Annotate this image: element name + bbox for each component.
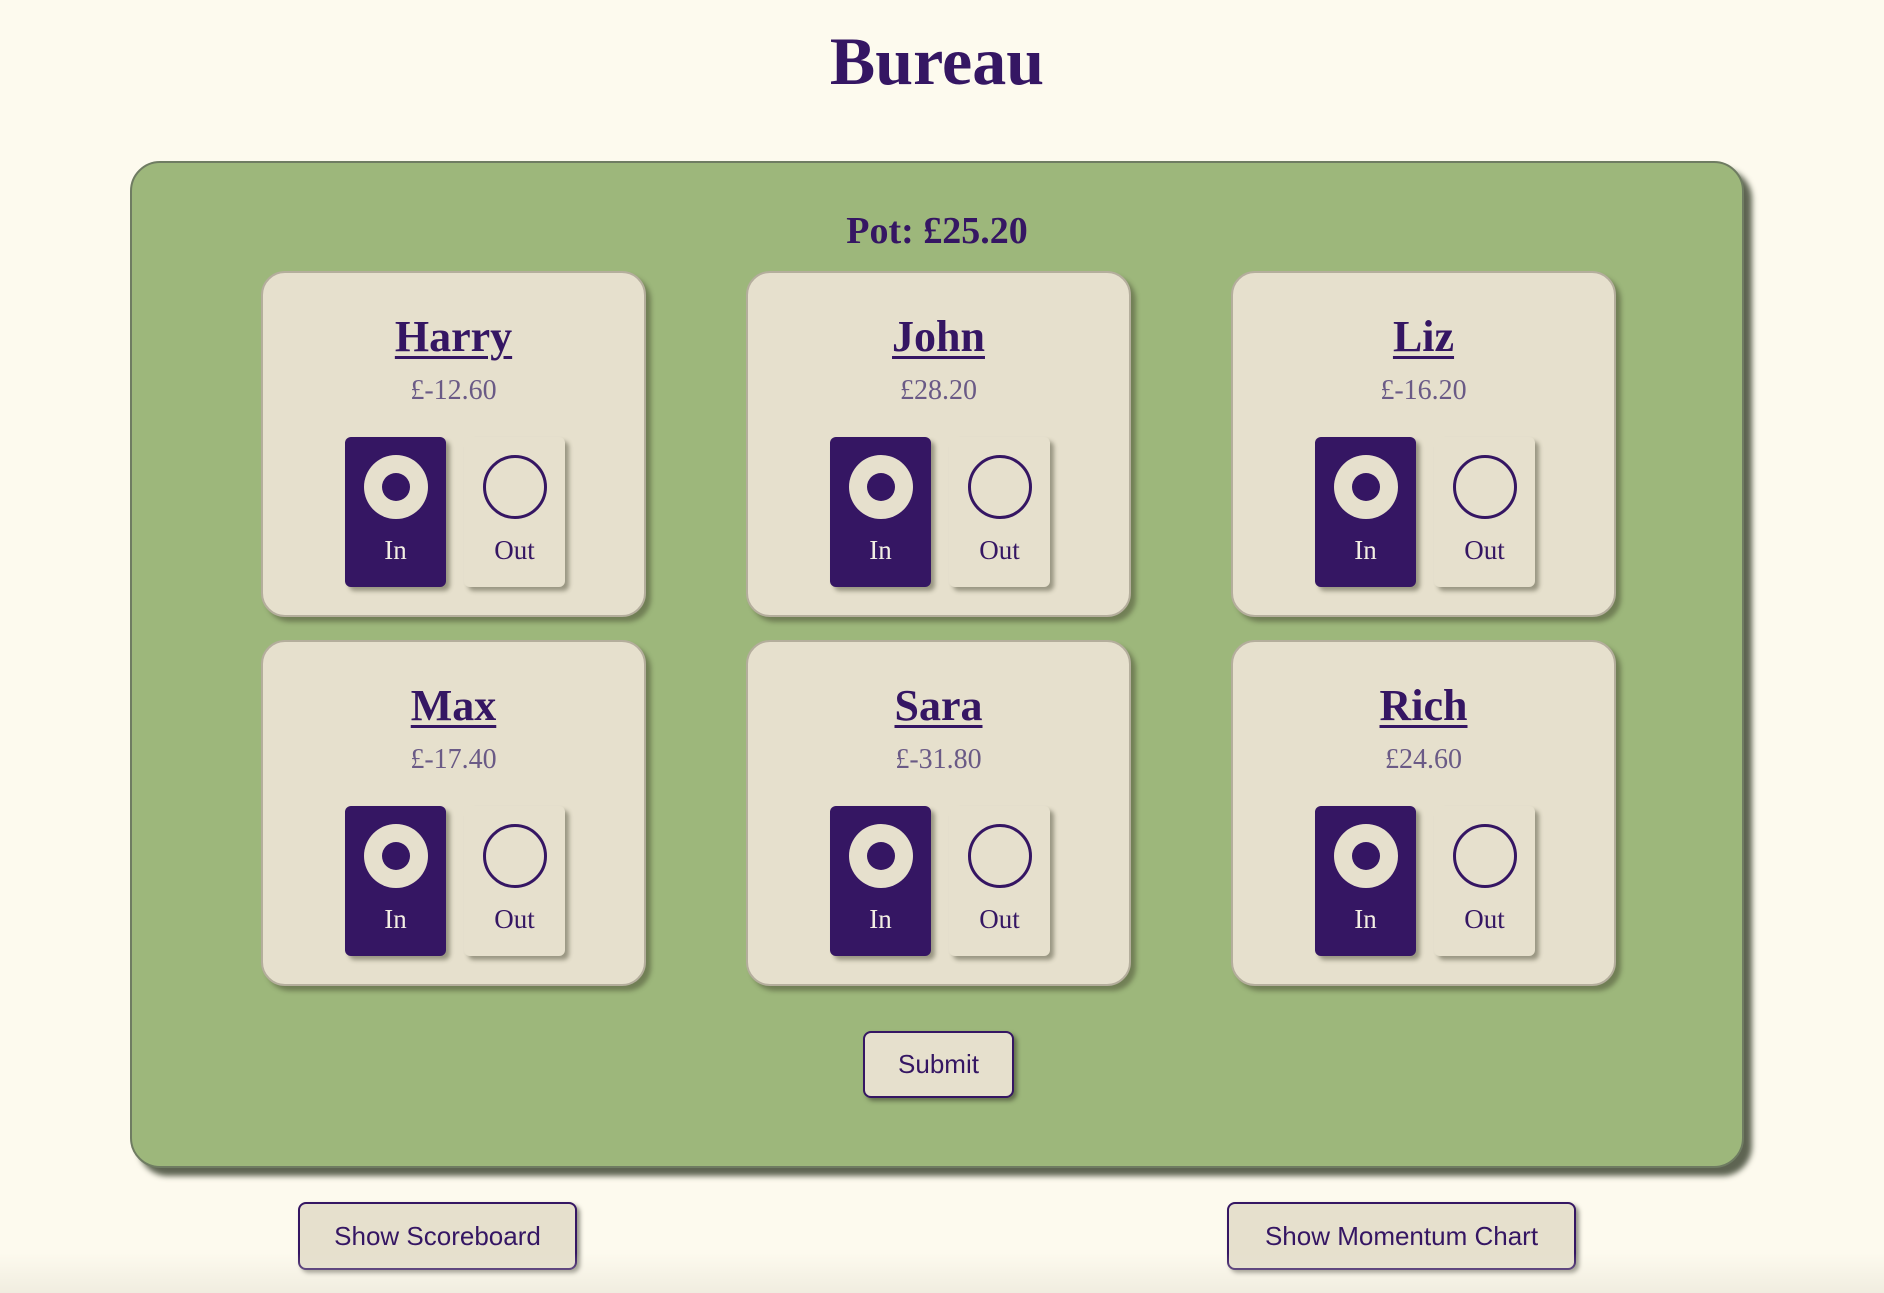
out-option[interactable]: Out [464, 806, 565, 956]
out-label: Out [1464, 904, 1505, 934]
radio-unchecked-icon [967, 824, 1032, 888]
player-balance: £-17.40 [410, 744, 497, 775]
submit-button[interactable]: Submit [863, 1031, 1014, 1098]
in-option-selected[interactable]: In [830, 437, 931, 587]
radio-checked-icon [363, 455, 428, 519]
in-label: In [1354, 904, 1377, 934]
radio-unchecked-icon [1452, 824, 1517, 888]
radio-unchecked-icon [482, 824, 547, 888]
player-name-link[interactable]: Sara [748, 680, 1129, 731]
player-balance: £-16.20 [1380, 375, 1467, 406]
out-option[interactable]: Out [1434, 437, 1535, 587]
radio-unchecked-icon [482, 455, 547, 519]
game-board: Pot: £25.20 Harry £-12.60 In Out John £2… [130, 161, 1744, 1168]
player-card-harry: Harry £-12.60 In Out [261, 271, 646, 617]
in-option-selected[interactable]: In [830, 806, 931, 956]
out-option[interactable]: Out [949, 806, 1050, 956]
in-label: In [384, 535, 407, 565]
out-label: Out [1464, 535, 1505, 565]
player-name-link[interactable]: Harry [263, 311, 644, 362]
out-option[interactable]: Out [1434, 806, 1535, 956]
radio-unchecked-icon [967, 455, 1032, 519]
in-option-selected[interactable]: In [345, 806, 446, 956]
player-name-link[interactable]: Rich [1233, 680, 1614, 731]
radio-checked-icon [1333, 824, 1398, 888]
in-option-selected[interactable]: In [345, 437, 446, 587]
player-card-john: John £28.20 In Out [746, 271, 1131, 617]
player-balance: £-12.60 [410, 375, 497, 406]
player-card-max: Max £-17.40 In Out [261, 640, 646, 986]
radio-checked-icon [363, 824, 428, 888]
radio-unchecked-icon [1452, 455, 1517, 519]
in-label: In [869, 535, 892, 565]
player-card-rich: Rich £24.60 In Out [1231, 640, 1616, 986]
player-name-link[interactable]: Liz [1233, 311, 1614, 362]
in-option-selected[interactable]: In [1315, 806, 1416, 956]
page-title: Bureau [829, 23, 1045, 99]
out-label: Out [979, 535, 1020, 565]
player-card-liz: Liz £-16.20 In Out [1231, 271, 1616, 617]
out-label: Out [494, 904, 535, 934]
in-label: In [869, 904, 892, 934]
radio-checked-icon [848, 824, 913, 888]
in-option-selected[interactable]: In [1315, 437, 1416, 587]
out-option[interactable]: Out [464, 437, 565, 587]
in-label: In [384, 904, 407, 934]
pot-amount: Pot: £25.20 [846, 210, 1028, 252]
out-label: Out [494, 535, 535, 565]
out-label: Out [979, 904, 1020, 934]
player-balance: £24.60 [1385, 744, 1462, 775]
player-name-link[interactable]: John [748, 311, 1129, 362]
out-option[interactable]: Out [949, 437, 1050, 587]
radio-checked-icon [848, 455, 913, 519]
in-label: In [1354, 535, 1377, 565]
player-card-sara: Sara £-31.80 In Out [746, 640, 1131, 986]
show-momentum-chart-button[interactable]: Show Momentum Chart [1227, 1202, 1576, 1270]
player-balance: £28.20 [900, 375, 977, 406]
bottom-fade [0, 1253, 1884, 1293]
radio-checked-icon [1333, 455, 1398, 519]
player-balance: £-31.80 [895, 744, 982, 775]
show-scoreboard-button[interactable]: Show Scoreboard [298, 1202, 577, 1270]
player-name-link[interactable]: Max [263, 680, 644, 731]
